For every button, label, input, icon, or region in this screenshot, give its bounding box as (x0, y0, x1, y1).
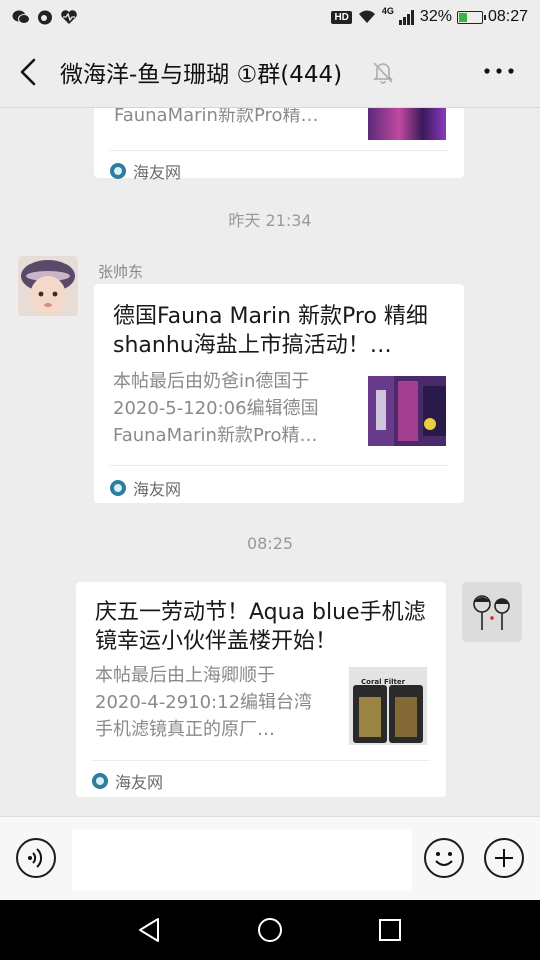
card-divider (110, 465, 448, 466)
avatar-image (462, 582, 522, 642)
status-bar: HD 4G 32% 08:27 (0, 0, 540, 36)
system-nav-bar (0, 900, 540, 960)
card-description: 本帖最后由奶爸in德国于2020-5-120:06编辑德国FaunaMarin新… (113, 371, 319, 446)
avatar[interactable] (18, 256, 78, 316)
card-source: 海友网 (92, 769, 163, 793)
system-indicators: HD 4G 32% 08:27 (331, 6, 528, 26)
card-title: 德国Fauna Marin 新款Pro 精细shanhu海盐上市搞活动！… (113, 304, 428, 358)
more-dots-icon[interactable] (482, 58, 516, 84)
thumbnail-label: Coral Filter (361, 678, 406, 686)
link-card-message[interactable]: 庆五一劳动节！Aqua blue手机滤镜幸运小伙伴盖楼开始！ 本帖最后由上海卿顺… (76, 582, 446, 797)
card-description: 本帖最后由上海卿顺于2020-4-2910:12编辑台湾手机滤镜真正的原厂… (95, 665, 313, 740)
card-description: FaunaMarin新款Pro精… (114, 108, 319, 126)
message-input[interactable] (72, 829, 412, 891)
nav-home-icon[interactable] (256, 916, 284, 944)
network-label: 4G (381, 6, 394, 16)
battery-fill (458, 12, 467, 22)
source-icon (110, 163, 126, 179)
source-icon (92, 773, 108, 789)
source-name: 海友网 (133, 480, 182, 499)
health-notification-icon (61, 10, 77, 24)
timestamp: 昨天 21:34 (228, 211, 312, 230)
source-icon (110, 480, 126, 496)
weibo-notification-icon (38, 10, 52, 25)
card-thumbnail (368, 108, 446, 140)
source-name: 海友网 (115, 773, 164, 792)
card-divider (110, 150, 448, 151)
source-name: 海友网 (133, 163, 182, 182)
wechat-notification-icon (12, 10, 30, 24)
chat-title: 微海洋-鱼与珊瑚 ①群(444) (60, 62, 343, 88)
link-card-message[interactable]: 德国Fauna Marin 新款Pro 精细shanhu海盐上市搞活动！… 本帖… (94, 284, 464, 503)
avatar[interactable] (462, 582, 522, 642)
back-button[interactable] (14, 56, 44, 88)
card-divider (92, 760, 430, 761)
hd-badge: HD (331, 10, 352, 24)
chat-header: 微海洋-鱼与珊瑚 ①群(444) (0, 36, 540, 108)
timestamp: 08:25 (246, 534, 294, 553)
nav-back-icon[interactable] (136, 916, 164, 944)
notification-icons (12, 9, 78, 25)
battery-percent: 32% (419, 8, 452, 25)
bell-off-icon (373, 62, 393, 84)
clock: 08:27 (487, 8, 528, 25)
plus-icon[interactable] (484, 838, 524, 878)
card-title: 庆五一劳动节！Aqua blue手机滤镜幸运小伙伴盖楼开始！ (95, 600, 426, 654)
card-thumbnail (368, 376, 446, 446)
avatar-image (18, 256, 78, 316)
nav-recent-icon[interactable] (376, 916, 404, 944)
link-card-message[interactable]: FaunaMarin新款Pro精… 海友网 (94, 108, 464, 182)
chat-area[interactable]: FaunaMarin新款Pro精… 海友网 昨天 21:34 张帅东 德国Fau… (0, 108, 540, 816)
card-source: 海友网 (110, 159, 181, 183)
card-thumbnail: Coral Filter (349, 667, 427, 745)
input-bar (0, 816, 540, 900)
card-source: 海友网 (110, 476, 181, 500)
emoji-icon[interactable] (424, 838, 464, 878)
battery-icon (456, 10, 486, 24)
signal-icon (398, 9, 414, 25)
wifi-icon (358, 10, 375, 23)
sender-name: 张帅东 (98, 263, 144, 281)
voice-icon[interactable] (16, 838, 56, 878)
